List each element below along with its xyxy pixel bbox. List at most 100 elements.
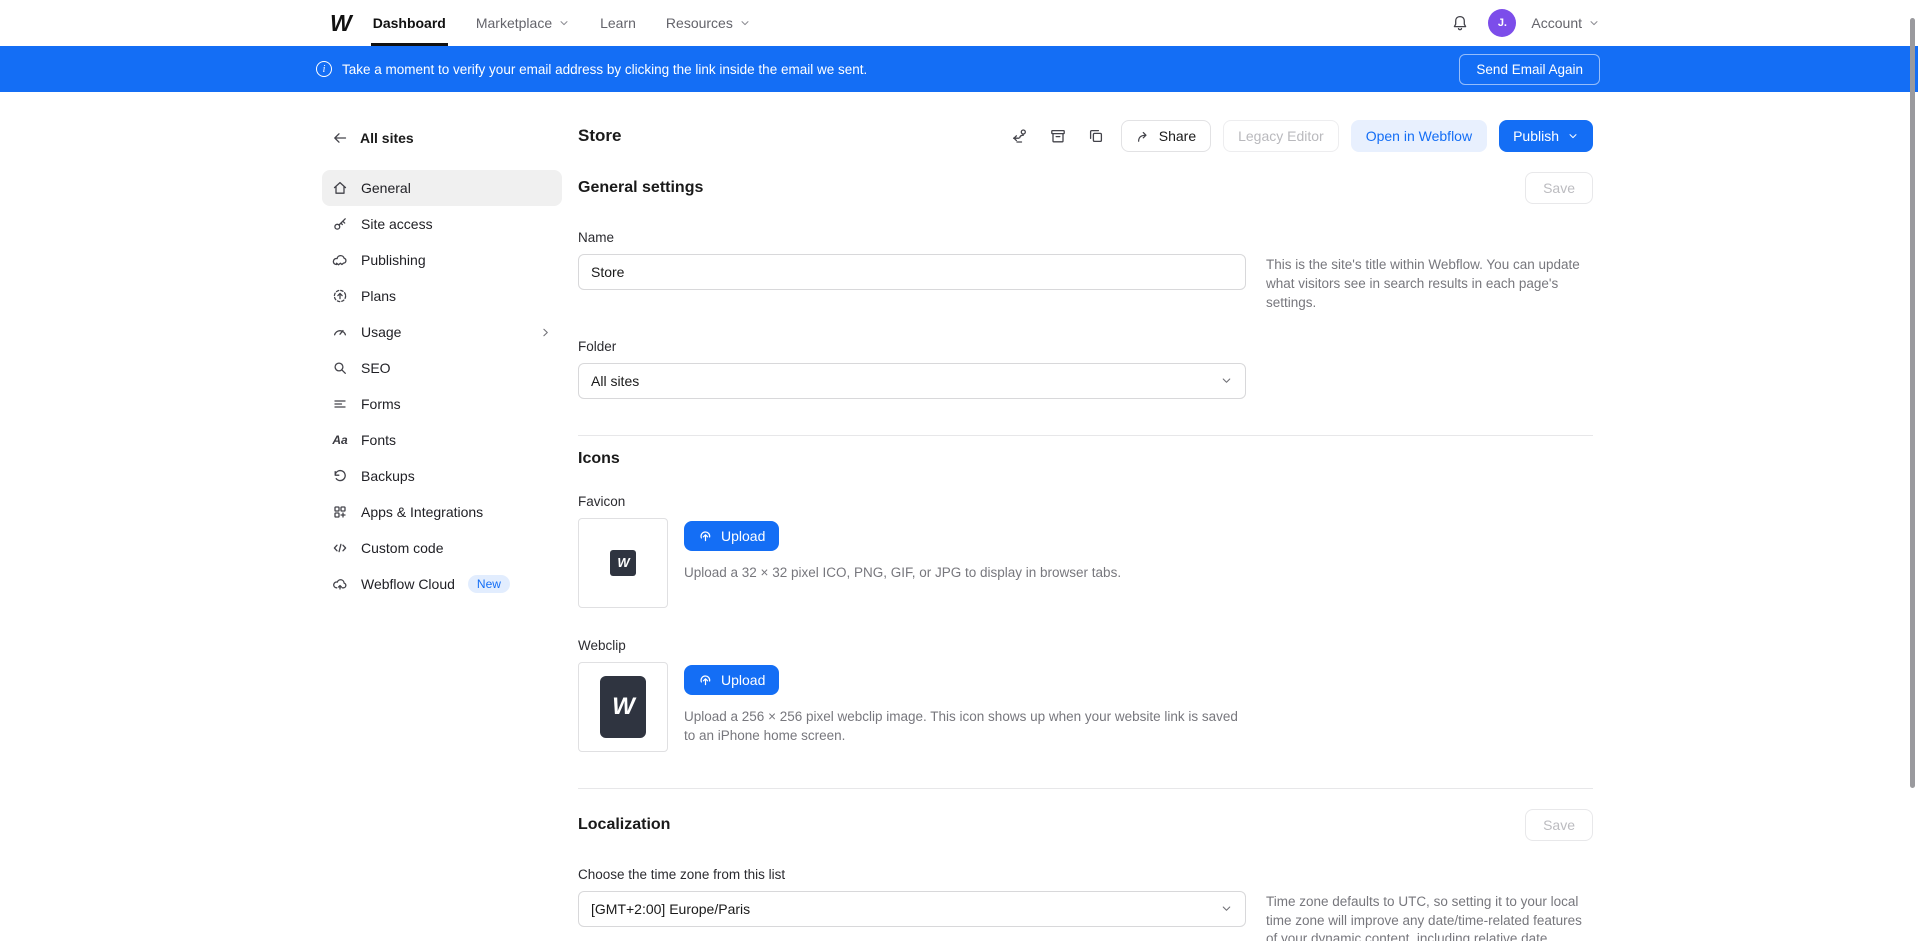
webclip-preview: W [578,662,668,752]
sidebar-item-label: Forms [361,396,401,412]
folder-selected-value: All sites [591,373,639,389]
duplicate-site-button[interactable] [1083,123,1109,149]
webclip-upload-button[interactable]: Upload [684,665,779,695]
publish-button[interactable]: Publish [1499,120,1593,152]
avatar-initials: J. [1498,17,1507,29]
icons-section: Icons Favicon W Upload Upload a 32 × 32 … [578,450,1593,752]
open-in-webflow-button[interactable]: Open in Webflow [1351,120,1487,152]
account-label: Account [1531,15,1582,31]
page-body: All sites General Site access Publishing… [0,92,1918,941]
timezone-select[interactable]: [GMT+2:00] Europe/Paris [578,891,1246,927]
sidebar-item-site-access[interactable]: Site access [322,206,562,242]
nav-item-dashboard[interactable]: Dashboard [373,0,446,46]
archive-box-icon [1049,127,1067,145]
sidebar-item-label: Custom code [361,540,443,556]
upload-label: Upload [721,528,765,544]
legacy-editor-button[interactable]: Legacy Editor [1223,120,1339,152]
gauge-icon [332,324,348,340]
nav-item-resources[interactable]: Resources [666,0,751,46]
restore-icon [332,468,348,484]
chevron-down-icon [1220,374,1233,387]
localization-section: Localization Save Choose the time zone f… [578,809,1593,941]
publish-cloud-icon [332,252,348,268]
transfer-site-button[interactable] [1007,123,1033,149]
general-settings-section: General settings Save Name This is the s… [578,172,1593,399]
sidebar-item-fonts[interactable]: Aa Fonts [322,422,562,458]
info-icon: i [316,61,332,77]
site-header: Store Share Legacy Editor Open in Webflo… [578,120,1593,152]
avatar[interactable]: J. [1488,9,1516,37]
back-to-all-sites[interactable]: All sites [322,130,562,146]
sidebar-item-label: SEO [361,360,391,376]
sidebar-item-label: Apps & Integrations [361,504,483,520]
sidebar-item-custom-code[interactable]: Custom code [322,530,562,566]
upload-icon [698,672,713,687]
favicon-preview: W [578,518,668,608]
account-menu[interactable]: Account [1531,15,1600,31]
send-email-again-button[interactable]: Send Email Again [1459,54,1600,85]
sidebar-item-forms[interactable]: Forms [322,386,562,422]
nav-right-group: J. Account [1447,9,1600,37]
webclip-help-text: Upload a 256 × 256 pixel webclip image. … [684,707,1244,746]
favicon-label: Favicon [578,494,1593,509]
favicon-help-text: Upload a 32 × 32 pixel ICO, PNG, GIF, or… [684,563,1121,583]
nav-item-marketplace[interactable]: Marketplace [476,0,570,46]
banner-message: Take a moment to verify your email addre… [342,62,867,77]
section-title: General settings [578,179,703,197]
section-title: Icons [578,450,620,468]
sidebar-item-label: Site access [361,216,433,232]
chevron-down-icon [1588,17,1600,29]
name-help-text: This is the site's title within Webflow.… [1266,254,1593,313]
back-arrow-icon [332,130,348,146]
sidebar-item-seo[interactable]: SEO [322,350,562,386]
sidebar-item-label: Publishing [361,252,426,268]
sidebar-item-plans[interactable]: Plans [322,278,562,314]
webflow-logo-glyph: W [330,10,351,37]
bell-icon [1451,14,1469,32]
upload-icon [698,528,713,543]
general-save-button[interactable]: Save [1525,172,1593,204]
sidebar-item-usage[interactable]: Usage [322,314,562,350]
sidebar-item-label: Fonts [361,432,396,448]
folder-select[interactable]: All sites [578,363,1246,399]
site-title: Store [578,126,621,146]
new-badge: New [468,575,510,593]
back-label: All sites [360,130,414,146]
search-icon [332,360,348,376]
sidebar-item-publishing[interactable]: Publishing [322,242,562,278]
email-verify-banner: i Take a moment to verify your email add… [0,46,1918,92]
nav-item-label: Dashboard [373,15,446,31]
key-icon [332,216,348,232]
chevron-down-icon [1220,902,1233,915]
vertical-scrollbar[interactable] [1910,18,1915,788]
favicon-upload-button[interactable]: Upload [684,521,779,551]
sidebar-item-general[interactable]: General [322,170,562,206]
fonts-icon: Aa [332,433,348,447]
name-field-label: Name [578,230,1593,245]
timezone-selected-value: [GMT+2:00] Europe/Paris [591,901,750,917]
code-icon [332,540,348,556]
archive-site-button[interactable] [1045,123,1071,149]
sidebar-item-webflow-cloud[interactable]: Webflow Cloud New [322,566,562,602]
banner-message-group: i Take a moment to verify your email add… [316,61,867,77]
webclip-glyph: W [612,693,634,721]
share-arrow-icon [1136,129,1151,144]
plans-icon [332,288,348,304]
notifications-bell-button[interactable] [1447,10,1473,36]
sidebar-item-backups[interactable]: Backups [322,458,562,494]
webclip-label: Webclip [578,638,1593,653]
webclip-image: W [600,676,646,738]
settings-sidebar: All sites General Site access Publishing… [322,92,562,941]
nav-item-learn[interactable]: Learn [600,0,636,46]
sidebar-item-label: Plans [361,288,396,304]
cloud-icon [332,576,348,592]
webflow-logo-icon[interactable]: W [330,10,351,37]
publish-label: Publish [1513,128,1559,144]
sidebar-item-apps-integrations[interactable]: Apps & Integrations [322,494,562,530]
share-button[interactable]: Share [1121,120,1211,152]
chevron-down-icon [1567,130,1579,142]
sidebar-item-label: Backups [361,468,415,484]
localization-save-button[interactable]: Save [1525,809,1593,841]
site-name-input[interactable] [578,254,1246,290]
upload-label: Upload [721,672,765,688]
